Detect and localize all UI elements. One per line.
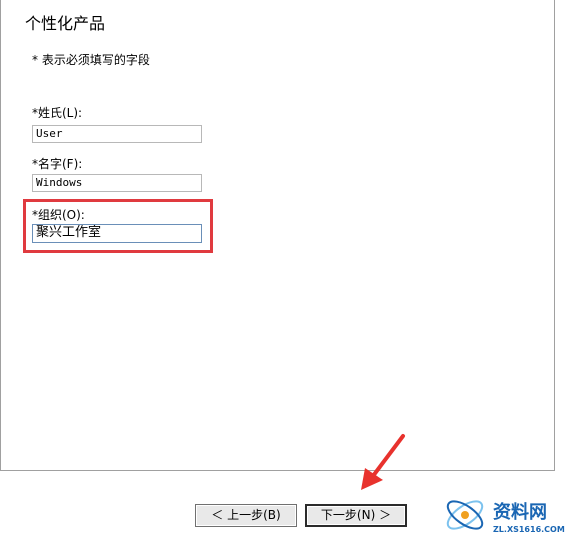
last-name-label: *姓氏(L): — [32, 106, 83, 120]
last-name-input[interactable]: User — [32, 125, 202, 143]
back-button[interactable]: ＜ 上一步(B) — [195, 504, 297, 527]
organization-input[interactable]: 聚兴工作室 — [32, 224, 202, 243]
next-button[interactable]: 下一步(N) ＞ — [305, 504, 407, 527]
required-fields-note: * 表示必须填写的字段 — [32, 53, 150, 67]
watermark-logo: 资料网 ZL.XS1616.COM — [446, 500, 565, 534]
first-name-input[interactable]: Windows — [32, 174, 202, 192]
red-arrow-icon — [361, 434, 405, 490]
watermark-brand: 资料网 — [493, 501, 547, 523]
dialog-panel: 个性化产品 * 表示必须填写的字段 *姓氏(L): User *名字(F): W… — [0, 0, 555, 471]
page-title: 个性化产品 — [25, 14, 106, 33]
first-name-label: *名字(F): — [32, 157, 83, 171]
organization-label: *组织(O): — [32, 208, 85, 222]
watermark-url: ZL.XS1616.COM — [493, 525, 565, 534]
